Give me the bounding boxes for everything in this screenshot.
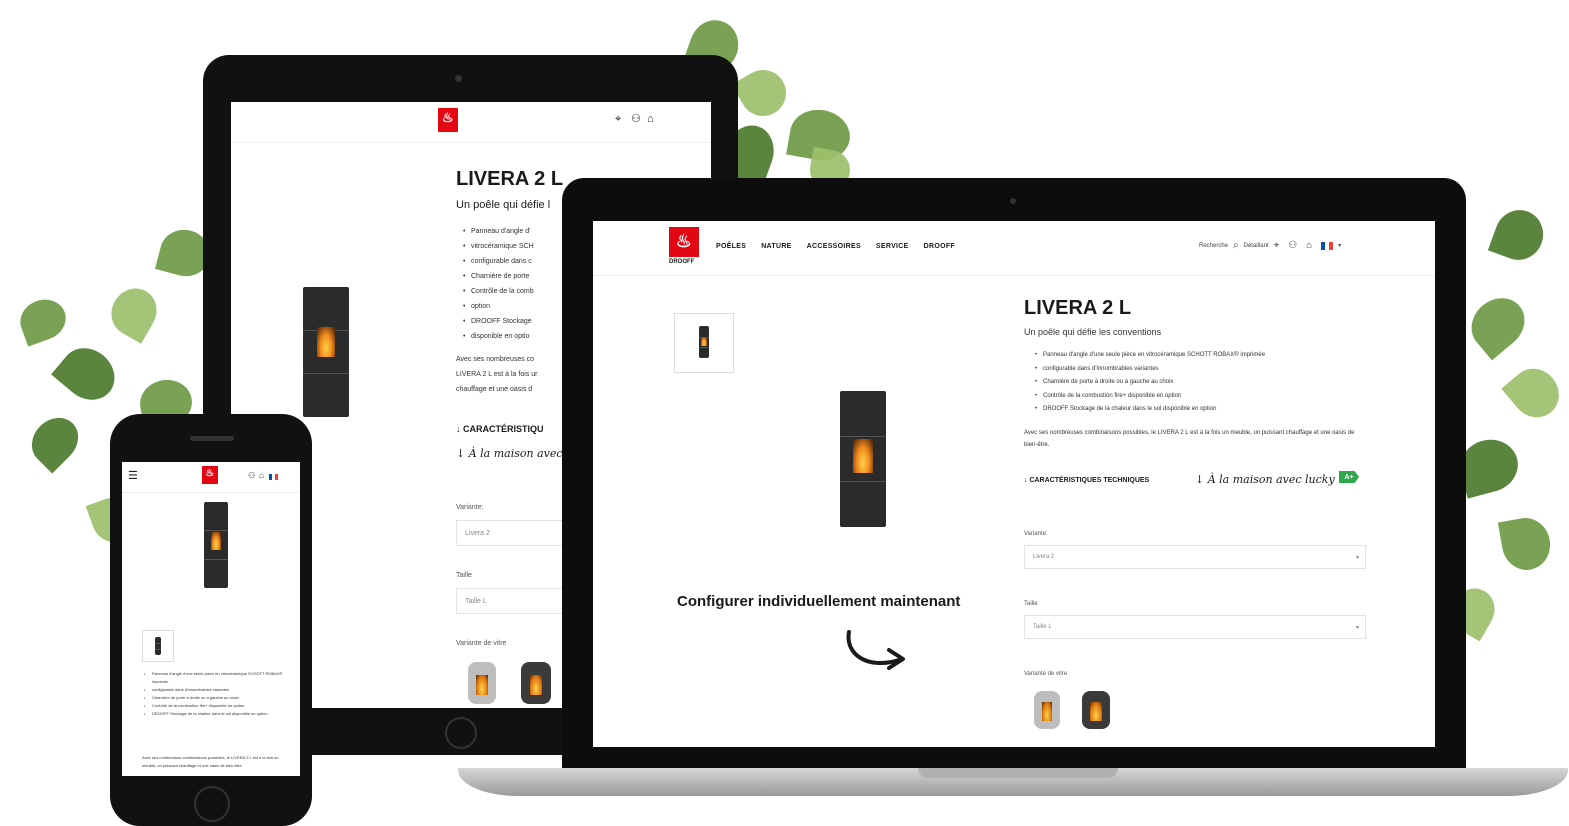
- tablet-tech-link[interactable]: ↓ CARACTÉRISTIQU: [456, 424, 544, 434]
- search-label[interactable]: Recherche: [1199, 243, 1228, 249]
- tablet-product-title: LIVERA 2 L: [456, 168, 564, 190]
- tablet-variant-label: Variante:: [456, 504, 484, 511]
- tablet-glass-swatch-dark[interactable]: [521, 662, 551, 704]
- tech-specs-link[interactable]: ↓ CARACTÉRISTIQUES TECHNIQUES: [1024, 477, 1149, 484]
- list-item: disponible en optio: [463, 329, 534, 344]
- phone-device: ☰ ♨ ⚇ ⌂ Panneau d'angle d'une seule pièc…: [110, 414, 312, 826]
- dealer-label[interactable]: Détaillant: [1244, 243, 1269, 249]
- list-item: Panneau d'angle d': [463, 224, 534, 239]
- configure-cta[interactable]: Configurer individuellement maintenant: [677, 593, 960, 610]
- list-item: Charnière de porte à droite ou à gauche …: [1035, 376, 1265, 390]
- list-item: configurable dans d'innombrables variant…: [144, 686, 294, 694]
- tablet-lucky-link[interactable]: ↓ À la maison avec lu: [456, 447, 577, 460]
- list-item: Charnière de porte à droite ou à gauche …: [144, 694, 294, 702]
- glass-variant-label: Variante de vitre: [1024, 671, 1068, 677]
- chevron-down-icon: ▾: [1355, 624, 1359, 631]
- nav-item-poeles[interactable]: POÊLES: [716, 243, 746, 250]
- list-item: Contrôle de la comb: [463, 284, 534, 299]
- laptop-screen: ♨ DROOFF POÊLES NATURE ACCESSOIRES SERVI…: [593, 221, 1435, 747]
- phone-speaker: [190, 436, 234, 441]
- glass-swatch-dark[interactable]: [1082, 691, 1110, 729]
- location-pin-icon[interactable]: ⌖: [1274, 240, 1280, 251]
- laptop-device: ♨ DROOFF POÊLES NATURE ACCESSOIRES SERVI…: [562, 178, 1466, 770]
- tablet-header: ♨ ⌖ ⚇ ⌂: [231, 102, 711, 143]
- shopping-bag-icon[interactable]: ⌂: [259, 472, 264, 480]
- product-feature-list: Panneau d'angle d'une seule pièce en vit…: [1035, 349, 1265, 417]
- site-logo-word: DROOFF: [669, 259, 695, 265]
- phone-screen: ☰ ♨ ⚇ ⌂ Panneau d'angle d'une seule pièc…: [122, 462, 300, 776]
- phone-header: ☰ ♨ ⚇ ⌂: [122, 462, 300, 493]
- laptop-trackpad-notch: [918, 768, 1118, 778]
- lucky-link[interactable]: ↓ À la maison avec lucky: [1195, 473, 1335, 486]
- phone-feature-list: Panneau d'angle d'une seule pièce en vit…: [144, 670, 294, 718]
- chevron-down-icon[interactable]: ▾: [1338, 242, 1341, 249]
- tablet-camera: [455, 75, 462, 82]
- search-icon[interactable]: ⌕: [1233, 240, 1239, 251]
- header-tools: Recherche ⌕ Détaillant ⌖ ⚇ ⌂ ▾: [1199, 240, 1341, 251]
- size-select[interactable]: Taille L ▾: [1024, 615, 1366, 639]
- phone-logo[interactable]: ♨: [202, 466, 218, 484]
- tablet-product-subtitle: Un poêle qui défie l: [456, 199, 551, 211]
- location-pin-icon[interactable]: ⌖: [615, 114, 621, 125]
- glass-swatch-grey[interactable]: [1034, 691, 1060, 729]
- french-flag-icon[interactable]: [269, 474, 278, 480]
- list-item: configurable dans c: [463, 254, 534, 269]
- main-nav: POÊLES NATURE ACCESSOIRES SERVICE DROOFF: [716, 243, 955, 250]
- nav-item-drooff[interactable]: DROOFF: [924, 243, 955, 250]
- product-main-image: [840, 391, 886, 527]
- phone-description: Avec ses nombreuses combinaisons possibl…: [142, 755, 279, 768]
- tablet-feature-list: Panneau d'angle d' vitrocéramique SCH co…: [463, 224, 534, 344]
- tablet-product-image: [303, 287, 349, 417]
- curved-arrow-icon: [846, 630, 905, 670]
- list-item: DROOFF Stockage de la chaleur dans le so…: [144, 710, 294, 718]
- list-item: Panneau d'angle d'une seule pièce en vit…: [1035, 349, 1265, 363]
- product-description: Avec ses nombreuses combinaisons possibl…: [1024, 430, 1355, 448]
- list-item: DROOFF Stockage: [463, 314, 534, 329]
- user-icon[interactable]: ⚇: [1288, 240, 1297, 251]
- product-title: LIVERA 2 L: [1024, 297, 1132, 319]
- tablet-glass-swatch-grey[interactable]: [468, 662, 496, 704]
- site-logo[interactable]: ♨: [669, 227, 699, 257]
- shopping-bag-icon[interactable]: ⌂: [1306, 240, 1312, 251]
- french-flag-icon[interactable]: [1321, 241, 1334, 250]
- site-header: ♨ DROOFF POÊLES NATURE ACCESSOIRES SERVI…: [593, 221, 1435, 276]
- product-thumbnail[interactable]: [674, 313, 734, 373]
- list-item: option: [463, 299, 534, 314]
- chevron-down-icon: ▾: [1355, 554, 1359, 561]
- list-item: Contrôle de la combustion fire+ disponib…: [144, 702, 294, 710]
- product-subtitle: Un poêle qui défie les conventions: [1024, 327, 1162, 337]
- menu-icon[interactable]: ☰: [128, 471, 138, 482]
- phone-home-button[interactable]: [194, 786, 230, 822]
- list-item: configurable dans d'innombrables variant…: [1035, 363, 1265, 377]
- laptop-camera: [1010, 198, 1016, 204]
- phone-product-thumbnail[interactable]: [142, 630, 174, 662]
- user-icon[interactable]: ⚇: [631, 114, 641, 125]
- list-item: DROOFF Stockage de la chaleur dans le so…: [1035, 403, 1265, 417]
- shopping-bag-icon[interactable]: ⌂: [647, 114, 654, 125]
- energy-label-badge[interactable]: A+: [1339, 471, 1359, 483]
- nav-item-nature[interactable]: NATURE: [761, 243, 791, 250]
- tablet-home-button[interactable]: [445, 717, 477, 749]
- variant-select[interactable]: Livera 2 ▾: [1024, 545, 1366, 569]
- tablet-glass-label: Variante de vitre: [456, 640, 507, 647]
- tablet-logo[interactable]: ♨: [438, 108, 458, 132]
- nav-item-accessoires[interactable]: ACCESSOIRES: [807, 243, 861, 250]
- tablet-description: Avec ses nombreuses co LIVERA 2 L est à …: [456, 356, 538, 393]
- list-item: vitrocéramique SCH: [463, 239, 534, 254]
- nav-item-service[interactable]: SERVICE: [876, 243, 909, 250]
- variant-label: Variante:: [1024, 531, 1048, 537]
- phone-product-image: [204, 502, 228, 588]
- list-item: Panneau d'angle d'une seule pièce en vit…: [144, 670, 294, 686]
- list-item: Charnière de porte: [463, 269, 534, 284]
- list-item: Contrôle de la combustion fire+ disponib…: [1035, 390, 1265, 404]
- size-label: Taille: [1024, 601, 1038, 607]
- user-icon[interactable]: ⚇: [248, 472, 255, 480]
- tablet-size-label: Taille: [456, 572, 472, 579]
